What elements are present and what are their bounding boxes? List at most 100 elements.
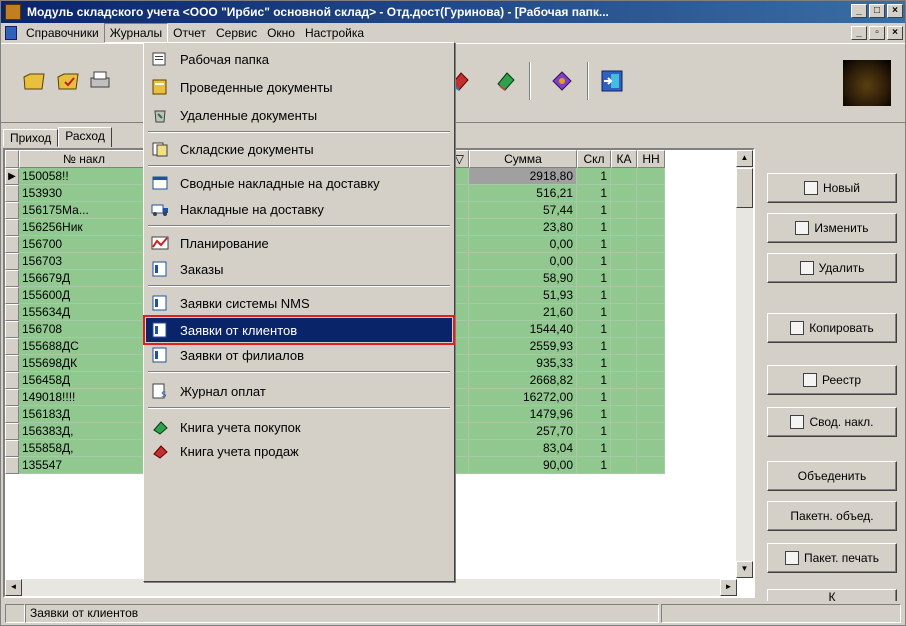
menu-item-sales-book[interactable]: Книга учета продаж	[146, 439, 452, 463]
cell-nn	[637, 168, 665, 185]
registry-button[interactable]: Реестр	[767, 365, 897, 395]
batch-print-button[interactable]: Пакет. печать	[767, 543, 897, 573]
summary-invoice-button[interactable]: Свод. накл.	[767, 407, 897, 437]
row-indicator	[5, 389, 19, 406]
cell-nn	[637, 185, 665, 202]
menu-spravochniki[interactable]: Справочники	[21, 24, 104, 42]
cell-nn	[637, 372, 665, 389]
menu-item-nms-requests[interactable]: Заявки системы NMS	[146, 291, 452, 315]
mdi-minimize-button[interactable]: _	[851, 26, 867, 40]
header-ka[interactable]: КА	[611, 150, 637, 168]
menu-item-summary-delivery-invoices[interactable]: Сводные накладные на доставку	[146, 171, 452, 195]
edit-button[interactable]: Изменить	[767, 213, 897, 243]
folder-check-icon[interactable]	[55, 68, 81, 94]
maximize-button[interactable]: □	[869, 4, 885, 18]
menu-item-client-requests[interactable]: Заявки от клиентов	[143, 315, 455, 345]
menu-item-warehouse-documents[interactable]: Складские документы	[146, 137, 452, 161]
close-button[interactable]: ×	[887, 4, 903, 18]
header-skl[interactable]: Скл	[577, 150, 611, 168]
batch-merge-button[interactable]: Пакетн. объед.	[767, 501, 897, 531]
new-button-label: Новый	[822, 181, 861, 195]
cell-sum: 2668,82	[469, 372, 577, 389]
delete-button[interactable]: Удалить	[767, 253, 897, 283]
menu-item-working-folder[interactable]: Рабочая папка	[146, 47, 452, 71]
menu-item-deleted-documents[interactable]: Удаленные документы	[146, 103, 452, 127]
header-nn[interactable]: НН	[637, 150, 665, 168]
status-pane-right	[661, 604, 901, 623]
row-indicator	[5, 219, 19, 236]
copy-icon	[790, 321, 805, 335]
cell-skl: 1	[577, 236, 611, 253]
cell-num: 150058!!	[19, 168, 149, 185]
row-indicator	[5, 185, 19, 202]
merge-button-label: Объеденить	[797, 469, 867, 483]
menu-item-purchase-book[interactable]: Книга учета покупок	[146, 415, 452, 439]
diamond-icon[interactable]	[549, 68, 575, 94]
document-icon[interactable]	[5, 26, 17, 40]
cell-nn	[637, 440, 665, 457]
status-text: Заявки от клиентов	[25, 604, 659, 623]
menu-item-planning[interactable]: Планирование	[146, 231, 452, 255]
menu-item-payments-journal[interactable]: $ Журнал оплат	[146, 379, 452, 403]
tab-prihod[interactable]: Приход	[3, 129, 59, 147]
scroll-thumb[interactable]	[736, 168, 753, 208]
status-pane-empty	[5, 604, 25, 623]
menu-item-orders[interactable]: Заказы	[146, 257, 452, 281]
vertical-scrollbar[interactable]: ▲ ▼	[736, 150, 753, 578]
row-indicator	[5, 338, 19, 355]
menu-zhurnaly[interactable]: Журналы	[103, 23, 169, 43]
menu-otchet[interactable]: Отчет	[168, 24, 211, 42]
merge-button[interactable]: Объеденить	[767, 461, 897, 491]
scroll-right-icon[interactable]: ►	[720, 579, 737, 596]
scroll-left-icon[interactable]: ◄	[5, 579, 22, 596]
title-bar: Модуль складского учета <ООО "Ирбис" осн…	[1, 1, 905, 23]
scroll-up-icon[interactable]: ▲	[736, 150, 753, 167]
cell-nn	[637, 253, 665, 270]
cell-nn	[637, 338, 665, 355]
print-icon[interactable]	[87, 68, 113, 94]
menu-item-label: Книга учета продаж	[180, 443, 299, 459]
menu-item-delivery-invoices[interactable]: Накладные на доставку	[146, 197, 452, 221]
summary-invoice-icon	[150, 174, 170, 192]
cell-sum: 516,21	[469, 185, 577, 202]
cell-sum: 0,00	[469, 253, 577, 270]
cell-sum: 16272,00	[469, 389, 577, 406]
mdi-restore-button[interactable]: ▫	[869, 26, 885, 40]
menu-servis[interactable]: Сервис	[211, 24, 262, 42]
mdi-close-button[interactable]: ×	[887, 26, 903, 40]
row-indicator	[5, 304, 19, 321]
cell-num: 155858Д,	[19, 440, 149, 457]
exit-door-icon[interactable]	[599, 68, 625, 94]
menu-separator	[148, 131, 450, 133]
new-button[interactable]: Новый	[767, 173, 897, 203]
edit-icon	[795, 221, 810, 235]
menu-okno[interactable]: Окно	[262, 24, 300, 42]
cell-num: 155688ДС	[19, 338, 149, 355]
row-indicator	[5, 321, 19, 338]
menu-item-branch-requests[interactable]: Заявки от филиалов	[146, 343, 452, 367]
mdi-controls: _ ▫ ×	[851, 26, 903, 40]
menu-item-posted-documents[interactable]: Проведенные документы	[146, 75, 452, 99]
cell-sum: 58,90	[469, 270, 577, 287]
header-num[interactable]: № накл	[19, 150, 149, 168]
batch-merge-button-label: Пакетн. объед.	[790, 509, 874, 523]
cell-num: 155698ДК	[19, 355, 149, 372]
cell-skl: 1	[577, 304, 611, 321]
cell-skl: 1	[577, 253, 611, 270]
menu-nastroyka[interactable]: Настройка	[300, 24, 369, 42]
scroll-down-icon[interactable]: ▼	[736, 561, 753, 578]
header-sum[interactable]: Сумма	[469, 150, 577, 168]
ledger-icon	[150, 78, 170, 96]
status-bar: Заявки от клиентов	[1, 601, 905, 625]
tab-rashod[interactable]: Расход	[58, 127, 112, 147]
cell-nn	[637, 423, 665, 440]
cell-num: 149018!!!!	[19, 389, 149, 406]
cell-sum: 1544,40	[469, 321, 577, 338]
copy-button[interactable]: Копировать	[767, 313, 897, 343]
cell-nn	[637, 287, 665, 304]
minimize-button[interactable]: _	[851, 4, 867, 18]
cell-num: 156458Д	[19, 372, 149, 389]
summary-invoice-button-label: Свод. накл.	[809, 415, 874, 429]
book-green-icon[interactable]	[493, 68, 519, 94]
open-folder-icon[interactable]	[21, 68, 47, 94]
